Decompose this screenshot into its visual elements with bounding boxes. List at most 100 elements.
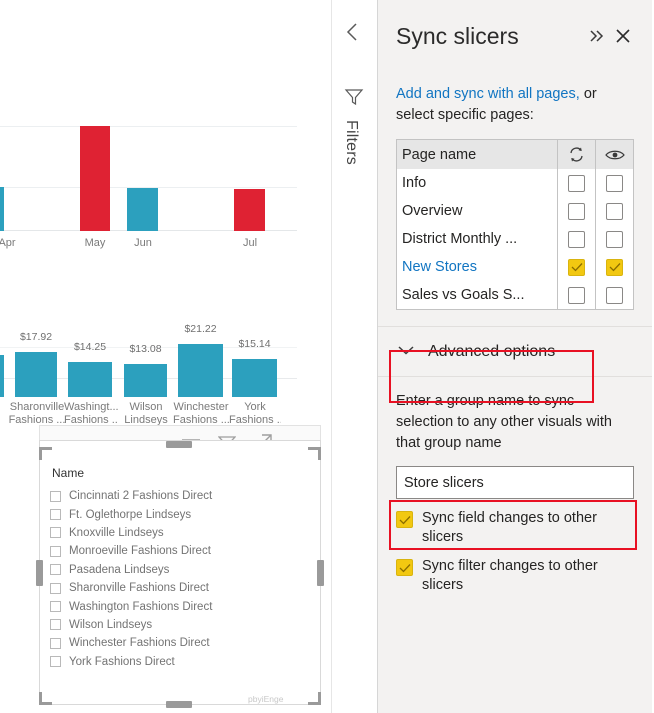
double-chevron-right-icon[interactable] (584, 23, 610, 49)
visible-checkbox[interactable] (606, 174, 623, 192)
visible-checkbox[interactable] (606, 202, 623, 220)
table-row[interactable]: Info (397, 169, 633, 197)
page-name-label: District Monthly ... (402, 231, 518, 247)
monthly-column-chart[interactable]: Apr May Jun Jul (0, 104, 331, 249)
bar-jun[interactable] (127, 188, 158, 231)
group-name-description: Enter a group name to sync selection to … (396, 393, 612, 451)
resize-handle-bottom-right[interactable] (308, 692, 321, 705)
filters-pane-rail[interactable]: Filters (331, 0, 378, 713)
bar-store-0[interactable] (0, 355, 4, 397)
list-item[interactable]: Pasadena Lindseys (50, 561, 314, 579)
list-item[interactable]: Winchester Fashions Direct (50, 634, 314, 652)
visible-cell[interactable] (595, 281, 633, 309)
data-label-store-1: $17.92 (19, 331, 53, 343)
table-row[interactable]: New Stores (397, 253, 633, 281)
sync-field-changes-label: Sync field changes to other slicers (422, 510, 597, 545)
list-item[interactable]: Sharonville Fashions Direct (50, 579, 314, 597)
list-item[interactable]: Monroeville Fashions Direct (50, 542, 314, 560)
visible-cell[interactable] (595, 253, 633, 281)
bar-apr[interactable] (0, 187, 4, 231)
sync-checkbox[interactable] (568, 202, 585, 220)
chevron-left-icon[interactable] (345, 22, 361, 47)
sync-filter-changes-option[interactable]: Sync filter changes to other slicers (378, 547, 652, 595)
filter-funnel-icon[interactable] (344, 88, 364, 111)
sync-checkbox[interactable] (568, 230, 585, 248)
resize-handle-left[interactable] (36, 560, 43, 586)
sync-checkbox[interactable] (568, 258, 585, 276)
sync-field-changes-checkbox[interactable] (396, 511, 413, 528)
store-name-slicer[interactable]: Name Cincinnati 2 Fashions Direct Ft. Og… (39, 440, 321, 705)
bar-store-2[interactable] (68, 362, 112, 397)
list-item[interactable]: Wilson Lindseys (50, 616, 314, 634)
visible-cell[interactable] (595, 197, 633, 225)
sync-cell[interactable] (557, 197, 595, 225)
axis-label-store-1: Sharonville Fashions ... (8, 401, 66, 426)
sync-filter-changes-checkbox[interactable] (396, 559, 413, 576)
visible-cell[interactable] (595, 225, 633, 253)
resize-handle-right[interactable] (317, 560, 324, 586)
sync-cell[interactable] (557, 253, 595, 281)
resize-handle-top[interactable] (166, 441, 192, 448)
pane-intro-text: Add and sync with all pages, or select s… (378, 72, 652, 126)
visible-checkbox[interactable] (606, 258, 623, 276)
slicer-checkbox[interactable] (50, 656, 61, 668)
table-row[interactable]: Sales vs Goals S... (397, 281, 633, 309)
visible-checkbox[interactable] (606, 230, 623, 248)
sync-cell[interactable] (557, 281, 595, 309)
slicer-checkbox[interactable] (50, 582, 61, 594)
slicer-item-label: Pasadena Lindseys (69, 563, 170, 576)
page-name-label: Sales vs Goals S... (402, 287, 525, 303)
add-sync-all-pages-link[interactable]: Add and sync with all pages, (396, 86, 580, 102)
pane-header: Sync slicers (378, 0, 652, 72)
bar-store-3[interactable] (124, 364, 167, 397)
slicer-item-label: Sharonville Fashions Direct (69, 582, 209, 595)
slicer-checkbox[interactable] (50, 564, 61, 576)
slicer-checkbox[interactable] (50, 619, 61, 631)
list-item[interactable]: Ft. Oglethorpe Lindseys (50, 505, 314, 523)
sync-cell[interactable] (557, 169, 595, 197)
sync-field-changes-option[interactable]: Sync field changes to other slicers (378, 499, 652, 547)
data-label-store-2: $14.25 (73, 341, 107, 353)
slicer-item-label: Ft. Oglethorpe Lindseys (69, 508, 192, 521)
page-name-label: Info (402, 175, 427, 191)
slicer-checkbox[interactable] (50, 490, 61, 502)
sync-checkbox[interactable] (568, 286, 585, 304)
sync-icon[interactable] (557, 140, 595, 169)
close-icon[interactable] (610, 23, 636, 49)
power-bi-report-window: Apr May Jun Jul $17.92 $14.25 $13.08 $21… (0, 0, 654, 713)
slicer-checkbox[interactable] (50, 637, 61, 649)
group-name-field[interactable] (396, 466, 634, 499)
bar-store-4[interactable] (178, 344, 223, 397)
table-row[interactable]: District Monthly ... (397, 225, 633, 253)
resize-handle-top-right[interactable] (308, 447, 321, 460)
list-item[interactable]: Knoxville Lindseys (50, 524, 314, 542)
visible-checkbox[interactable] (606, 286, 623, 304)
bar-store-5[interactable] (232, 359, 277, 397)
slicer-checkbox[interactable] (50, 601, 61, 613)
list-item[interactable]: York Fashions Direct (50, 653, 314, 671)
slicer-checkbox[interactable] (50, 527, 61, 539)
slicer-item-label: Knoxville Lindseys (69, 526, 164, 539)
slicer-checkbox[interactable] (50, 545, 61, 557)
axis-label-store-3: Wilson Lindseys (124, 401, 168, 426)
slicer-item-label: Washington Fashions Direct (69, 600, 213, 613)
sync-checkbox[interactable] (568, 174, 585, 192)
resize-handle-top-left[interactable] (39, 447, 52, 460)
visible-cell[interactable] (595, 169, 633, 197)
eye-icon[interactable] (595, 140, 633, 169)
list-item[interactable]: Cincinnati 2 Fashions Direct (50, 487, 314, 505)
column-header-page-name: Page name (402, 146, 477, 163)
group-name-input[interactable] (404, 474, 626, 491)
slicer-checkbox[interactable] (50, 509, 61, 521)
sync-cell[interactable] (557, 225, 595, 253)
list-item[interactable]: Washington Fashions Direct (50, 597, 314, 615)
table-header-row: Page name (397, 140, 633, 169)
advanced-options-toggle[interactable]: Advanced options (378, 327, 652, 376)
page-title: Sync slicers (396, 22, 519, 49)
table-row[interactable]: Overview (397, 197, 633, 225)
bar-jul[interactable] (234, 189, 265, 231)
bar-store-1[interactable] (15, 352, 57, 397)
resize-handle-bottom-left[interactable] (39, 692, 52, 705)
bar-may[interactable] (80, 126, 110, 231)
resize-handle-bottom[interactable] (166, 701, 192, 708)
